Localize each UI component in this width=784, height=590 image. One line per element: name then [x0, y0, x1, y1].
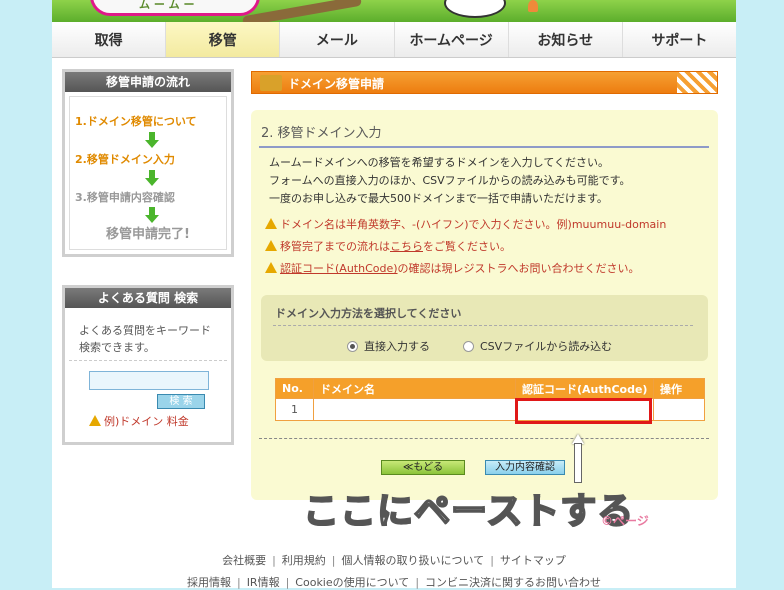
divider [273, 325, 693, 326]
nav-tab-transfer[interactable]: 移管 [166, 22, 281, 57]
arrow-down-icon [145, 170, 159, 186]
section-title-bar: ドメイン移管申請 [251, 71, 718, 94]
flow-box-title: 移管申請の流れ [65, 72, 231, 92]
col-header-authcode: 認証コード(AuthCode) [515, 378, 654, 399]
radio-direct-input[interactable] [347, 341, 358, 352]
header-banner: ム ー ム ー [52, 0, 736, 22]
nav-tab-news[interactable]: お知らせ [508, 22, 623, 57]
warning-icon [265, 218, 277, 229]
footer-link-convenience[interactable]: コンビニ決済に関するお問い合わせ [425, 576, 601, 589]
transfer-flow-box: 移管申請の流れ 1.ドメイン移管について 2.移管ドメイン入力 3.移管申請内容… [62, 69, 234, 257]
heading-rule [259, 146, 709, 148]
back-button[interactable]: ≪もどる [381, 460, 465, 475]
footer-links-row1: 会社概要 | 利用規約 | 個人情報の取り扱いについて | サイトマップ [222, 554, 566, 567]
faq-search-button[interactable]: 検 索 [157, 394, 205, 409]
intro-line: フォームへの直接入力のほか、CSVファイルからの読み込みも可能です。 [269, 174, 631, 187]
faq-box-title: よくある質問 検索 [65, 288, 231, 308]
arrow-down-icon [145, 207, 159, 223]
authcode-link[interactable]: 認証コード(AuthCode) [280, 262, 398, 275]
col-header-action: 操作 [653, 378, 705, 399]
warning-text: ドメイン名は半角英数字、-(ハイフン)で入力ください。例)muumuu-doma… [280, 218, 667, 231]
authcode-highlight-box [515, 398, 652, 424]
input-method-box: ドメイン入力方法を選択してください 直接入力する CSVファイルから読み込む [261, 295, 708, 361]
footer-link-cookie[interactable]: Cookieの使用について [295, 576, 409, 589]
divider [259, 438, 709, 439]
col-header-domain: ドメイン名 [313, 378, 516, 399]
flow-steps: 1.ドメイン移管について 2.移管ドメイン入力 3.移管申請内容確認 移管申請完… [69, 96, 227, 250]
watermark: ©ぺージ [601, 514, 649, 528]
flow-step-final: 移管申請完了! [106, 227, 190, 242]
warning-icon [89, 415, 101, 426]
arrow-up-icon [571, 434, 585, 482]
warning-2: 移管完了までの流れはこちらをご覧ください。 [265, 238, 511, 254]
flow-link[interactable]: こちら [390, 240, 423, 253]
banner-mushroom-illustration [528, 0, 538, 12]
section-title: ドメイン移管申請 [288, 77, 385, 91]
intro-line: ムームードメインへの移管を希望するドメインを入力してください。 [269, 156, 610, 169]
checker-decoration [677, 72, 717, 93]
footer-link-company[interactable]: 会社概要 [222, 554, 266, 567]
footer-link-terms[interactable]: 利用規約 [282, 554, 326, 567]
faq-search-input[interactable] [89, 371, 209, 390]
paste-here-annotation: ここにペーストする [302, 490, 635, 533]
faq-example[interactable]: 例)ドメイン 料金 [89, 413, 231, 429]
page: ム ー ム ー 取得 移管 メール ホームページ お知らせ サポート 移管申請の… [52, 0, 737, 589]
footer-link-sitemap[interactable]: サイトマップ [500, 554, 566, 567]
intro-text: ムームードメインへの移管を希望するドメインを入力してください。 フォームへの直接… [269, 154, 631, 208]
nav-tab-mail[interactable]: メール [280, 22, 395, 57]
site-logo[interactable]: ム ー ム ー [90, 0, 260, 16]
banner-road-illustration [242, 0, 362, 22]
nav-tab-acquire[interactable]: 取得 [52, 22, 167, 57]
nav-tab-homepage[interactable]: ホームページ [394, 22, 509, 57]
method-title: ドメイン入力方法を選択してください [275, 307, 462, 320]
row-action [653, 398, 705, 421]
warning-3: 認証コード(AuthCode)の確認は現レジストラへお問い合わせください。 [265, 260, 640, 276]
table-header-row: No. ドメイン名 認証コード(AuthCode) 操作 [275, 378, 705, 399]
intro-line: 一度のお申し込みで最大500ドメインまで一括で申請いただけます。 [269, 192, 608, 205]
truck-icon [260, 75, 282, 91]
global-nav: 取得 移管 メール ホームページ お知らせ サポート [52, 22, 737, 58]
banner-mascot-illustration [444, 0, 506, 18]
faq-example-text: 例)ドメイン 料金 [104, 415, 189, 428]
col-header-no: No. [275, 378, 314, 399]
radio-csv-import[interactable] [463, 341, 474, 352]
faq-description: よくある質問をキーワード検索できます。 [69, 308, 227, 361]
warning-text: 移管完了までの流れは [280, 240, 390, 253]
warning-text: の確認は現レジストラへお問い合わせください。 [397, 262, 640, 275]
confirm-button[interactable]: 入力内容確認 [485, 460, 565, 475]
faq-search-box: よくある質問 検索 よくある質問をキーワード検索できます。 検 索 例)ドメイン… [62, 285, 234, 445]
footer-link-privacy[interactable]: 個人情報の取り扱いについて [342, 554, 485, 567]
row-number: 1 [275, 398, 314, 421]
step-heading: 2. 移管ドメイン入力 [261, 126, 382, 141]
arrow-down-icon [145, 132, 159, 148]
flow-step-3: 3.移管申請内容確認 [75, 191, 175, 204]
warning-1: ドメイン名は半角英数字、-(ハイフン)で入力ください。例)muumuu-doma… [265, 216, 666, 232]
warning-icon [265, 262, 277, 273]
warning-text: をご覧ください。 [423, 240, 511, 253]
option-csv-import[interactable]: CSVファイルから読み込む [463, 338, 612, 354]
option-label: CSVファイルから読み込む [480, 340, 613, 353]
domain-name-input[interactable] [313, 398, 516, 421]
flow-step-2: 2.移管ドメイン入力 [75, 153, 175, 166]
footer-link-ir[interactable]: IR情報 [247, 576, 280, 589]
domain-input-panel: 2. 移管ドメイン入力 ムームードメインへの移管を希望するドメインを入力してくだ… [251, 110, 718, 533]
footer-link-recruit[interactable]: 採用情報 [187, 576, 231, 589]
option-label: 直接入力する [364, 340, 430, 353]
option-direct-input[interactable]: 直接入力する [347, 338, 430, 354]
flow-step-1: 1.ドメイン移管について [75, 115, 197, 128]
warning-icon [265, 240, 277, 251]
nav-tab-support[interactable]: サポート [622, 22, 737, 57]
